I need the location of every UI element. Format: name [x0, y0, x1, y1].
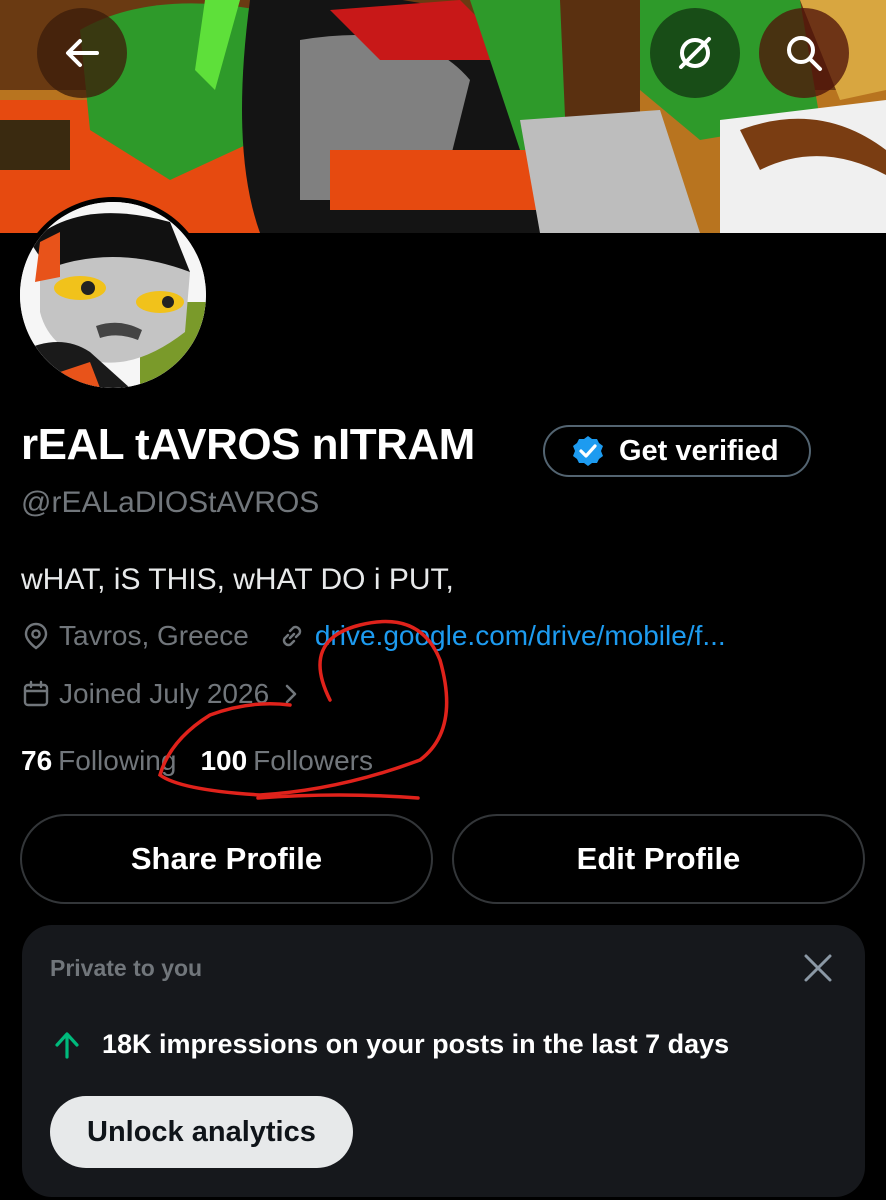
followers-label: Followers — [253, 745, 373, 776]
following-count: 76 — [21, 745, 53, 776]
followers-stat[interactable]: 100 Followers — [200, 745, 373, 777]
follow-stats: 76 Following 100 Followers — [21, 745, 373, 777]
close-icon[interactable] — [801, 951, 835, 985]
impressions-text: 18K impressions on your posts in the las… — [102, 1029, 730, 1059]
link-icon — [282, 625, 301, 647]
private-label: Private to you — [50, 955, 203, 981]
arrow-left-icon — [66, 39, 99, 67]
display-name: rEAL tAVROS nITRAM — [21, 420, 475, 469]
following-label: Following — [58, 745, 177, 776]
back-button[interactable] — [37, 8, 127, 98]
edit-profile-button[interactable]: Edit Profile — [452, 814, 865, 904]
unlock-analytics-button[interactable]: Unlock analytics — [50, 1096, 353, 1168]
get-verified-label: Get verified — [619, 434, 779, 467]
website-link-text[interactable]: drive.google.com/drive/mobile/f... — [315, 620, 726, 652]
private-analytics-card: Private to you 18K impressions on your p… — [22, 925, 865, 1197]
location-pin-icon — [24, 622, 48, 650]
following-stat[interactable]: 76 Following — [21, 745, 176, 777]
avatar[interactable] — [15, 197, 211, 393]
search-icon — [787, 36, 822, 71]
get-verified-button[interactable]: Get verified — [543, 425, 811, 477]
bio: wHAT, iS THIS, wHAT DO i PUT, — [21, 563, 454, 596]
grok-button[interactable] — [650, 8, 740, 98]
location-text: Tavros, Greece — [59, 620, 249, 651]
website-link[interactable]: drive.google.com/drive/mobile/f... — [277, 620, 726, 652]
calendar-icon — [23, 680, 49, 707]
avatar-image — [20, 202, 206, 388]
handle: @rEALaDIOStAVROS — [21, 486, 320, 519]
arrow-up-icon — [55, 1031, 79, 1059]
search-button[interactable] — [759, 8, 849, 98]
profile-meta-row-joined: Joined July 2026 — [21, 678, 301, 710]
share-profile-button[interactable]: Share Profile — [20, 814, 433, 904]
impressions-summary: 18K impressions on your posts in the las… — [52, 1029, 729, 1060]
profile-meta-row: Tavros, Greece drive.google.com/drive/mo… — [21, 620, 726, 652]
joined-text: Joined July 2026 — [59, 678, 270, 709]
followers-count: 100 — [200, 745, 248, 776]
verified-badge-icon — [573, 436, 603, 466]
grok-icon — [679, 37, 711, 69]
chevron-right-icon — [285, 684, 297, 704]
location: Tavros, Greece — [21, 620, 249, 652]
joined-date[interactable]: Joined July 2026 — [21, 678, 301, 710]
